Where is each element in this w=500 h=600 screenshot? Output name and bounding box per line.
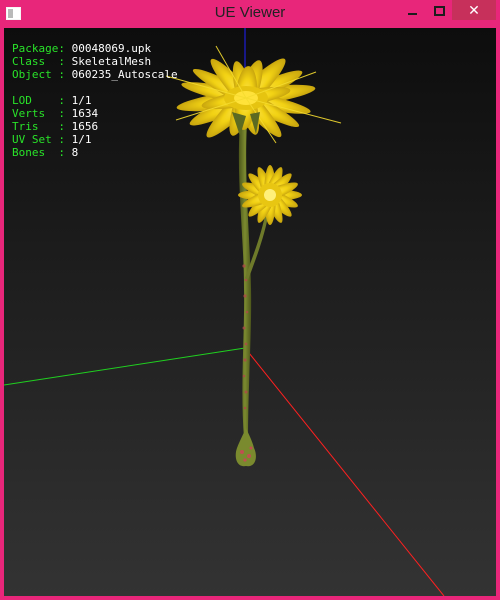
minimize-icon xyxy=(408,13,417,15)
info-row-verts: Verts : 1634 xyxy=(12,107,178,120)
info-value: 1/1 xyxy=(71,94,92,107)
info-label: Verts : xyxy=(12,107,65,120)
info-value: 1634 xyxy=(71,107,99,120)
viewer-window: UE Viewer ✕ Package: 00048069.upk Class … xyxy=(0,0,500,600)
maximize-icon xyxy=(434,6,445,16)
info-value: 060235_Autoscale xyxy=(71,68,178,81)
info-row-bones: Bones : 8 xyxy=(12,146,178,159)
large-flower xyxy=(165,45,342,144)
info-value: 1656 xyxy=(71,120,99,133)
mesh-info-panel: Package: 00048069.upk Class : SkeletalMe… xyxy=(12,42,178,159)
info-label: Bones : xyxy=(12,146,65,159)
info-value: 00048069.upk xyxy=(71,42,152,55)
info-row-object: Object : 060235_Autoscale xyxy=(12,68,178,81)
close-button[interactable]: ✕ xyxy=(452,0,496,20)
title-bar[interactable]: UE Viewer ✕ xyxy=(0,0,500,28)
info-value: SkeletalMesh xyxy=(71,55,152,68)
info-label: UV Set : xyxy=(12,133,65,146)
info-label: Class : xyxy=(12,55,65,68)
x-axis-line xyxy=(244,347,445,596)
close-icon: ✕ xyxy=(468,3,480,19)
info-row-package: Package: 00048069.upk xyxy=(12,42,178,55)
info-row-lod: LOD : 1/1 xyxy=(12,94,178,107)
maximize-button[interactable] xyxy=(426,0,452,20)
info-label: Package: xyxy=(12,42,65,55)
info-row-class: Class : SkeletalMesh xyxy=(12,55,178,68)
y-axis-line xyxy=(4,347,246,386)
3d-viewport[interactable]: Package: 00048069.upk Class : SkeletalMe… xyxy=(4,28,496,596)
info-value: 8 xyxy=(71,146,79,159)
info-label: LOD : xyxy=(12,94,65,107)
info-label: Object : xyxy=(12,68,65,81)
info-row-tris: Tris : 1656 xyxy=(12,120,178,133)
info-label: Tris : xyxy=(12,120,65,133)
info-row-uvset: UV Set : 1/1 xyxy=(12,133,178,146)
minimize-button[interactable] xyxy=(400,0,426,20)
info-value: 1/1 xyxy=(71,133,92,146)
